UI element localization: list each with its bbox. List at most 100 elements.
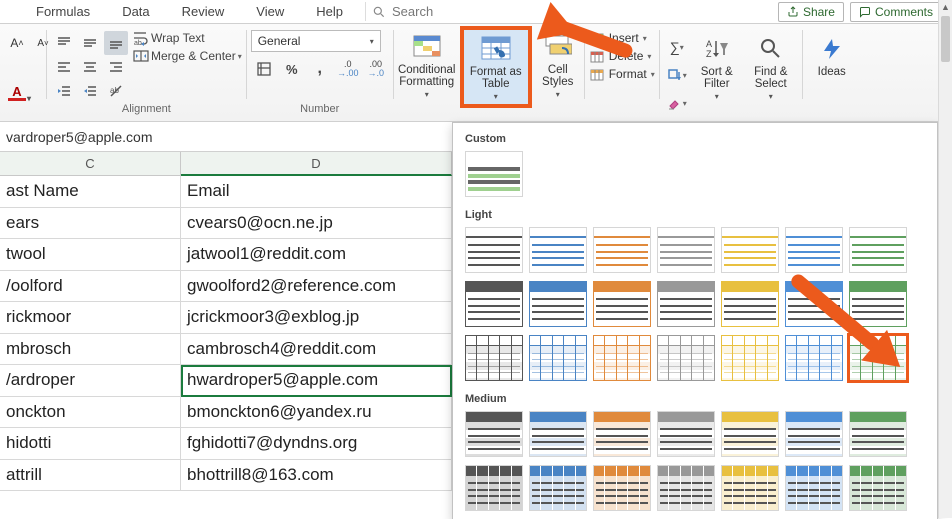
table-style-swatch[interactable] bbox=[657, 411, 715, 457]
cell-email[interactable]: fghidotti7@dyndns.org bbox=[181, 428, 452, 460]
table-style-swatch[interactable] bbox=[593, 411, 651, 457]
header-cell-lastname[interactable]: ast Name bbox=[0, 176, 181, 208]
increase-font-button[interactable]: A˄ bbox=[5, 31, 29, 55]
table-style-swatch[interactable] bbox=[465, 335, 523, 381]
cell-email[interactable]: jatwool1@reddit.com bbox=[181, 239, 452, 271]
cell-email[interactable]: jcrickmoor3@exblog.jp bbox=[181, 302, 452, 334]
cell-lastname[interactable]: mbrosch bbox=[0, 334, 181, 366]
table-style-swatch[interactable] bbox=[465, 227, 523, 273]
table-style-swatch[interactable] bbox=[529, 465, 587, 511]
header-cell-email[interactable]: Email bbox=[181, 176, 452, 208]
table-style-swatch[interactable] bbox=[849, 411, 907, 457]
cell-lastname[interactable]: /ardroper bbox=[0, 365, 181, 397]
table-style-swatch[interactable] bbox=[593, 465, 651, 511]
cell-lastname[interactable]: hidotti bbox=[0, 428, 181, 460]
clear-button[interactable]: ▾ bbox=[665, 91, 689, 115]
table-style-swatch[interactable] bbox=[721, 411, 779, 457]
cell-email[interactable]: bhottrill8@163.com bbox=[181, 460, 452, 492]
cell-lastname[interactable]: attrill bbox=[0, 460, 181, 492]
increase-decimal-button[interactable]: .0→.00 bbox=[336, 57, 360, 81]
table-style-swatch[interactable] bbox=[593, 281, 651, 327]
wrap-text-button[interactable]: ab Wrap Text bbox=[133, 30, 242, 46]
table-style-swatch[interactable] bbox=[849, 281, 907, 327]
format-as-table-button[interactable]: Format as Table▾ bbox=[460, 26, 532, 108]
table-style-swatch[interactable] bbox=[721, 465, 779, 511]
percent-button[interactable]: % bbox=[280, 57, 304, 81]
comma-button[interactable]: , bbox=[308, 57, 332, 81]
cell-email[interactable]: hwardroper5@apple.com bbox=[181, 365, 452, 397]
scroll-up-button[interactable]: ▲ bbox=[939, 0, 952, 14]
cell-lastname[interactable]: twool bbox=[0, 239, 181, 271]
vertical-scrollbar[interactable]: ▲ bbox=[938, 0, 952, 518]
ideas-button[interactable]: Ideas bbox=[807, 30, 857, 108]
decrease-decimal-button[interactable]: .00→.0 bbox=[364, 57, 388, 81]
table-style-swatch[interactable] bbox=[529, 335, 587, 381]
column-header-c[interactable]: C bbox=[0, 152, 181, 176]
table-style-swatch[interactable] bbox=[785, 335, 843, 381]
table-style-swatch[interactable] bbox=[465, 465, 523, 511]
gallery-section-medium: Medium bbox=[459, 389, 931, 411]
orientation-button[interactable]: ab bbox=[104, 79, 128, 103]
cell-email[interactable]: cvears0@ocn.ne.jp bbox=[181, 208, 452, 240]
scroll-thumb[interactable] bbox=[941, 16, 950, 62]
table-style-swatch[interactable] bbox=[465, 151, 523, 197]
increase-indent-button[interactable] bbox=[78, 79, 102, 103]
table-style-swatch[interactable] bbox=[785, 227, 843, 273]
table-style-swatch[interactable] bbox=[785, 411, 843, 457]
table-style-swatch[interactable] bbox=[593, 227, 651, 273]
ideas-label: Ideas bbox=[818, 66, 846, 78]
comments-button[interactable]: Comments bbox=[850, 2, 942, 22]
group-label-number: Number bbox=[251, 103, 389, 121]
autosum-button[interactable]: ∑ ▾ bbox=[665, 35, 689, 59]
align-top-button[interactable] bbox=[52, 31, 76, 55]
tab-help[interactable]: Help bbox=[300, 1, 359, 22]
table-style-swatch[interactable] bbox=[465, 411, 523, 457]
table-style-swatch[interactable] bbox=[657, 281, 715, 327]
find-select-button[interactable]: Find & Select▾ bbox=[744, 30, 798, 108]
decrease-indent-button[interactable] bbox=[52, 79, 76, 103]
cell-email[interactable]: gwoolford2@reference.com bbox=[181, 271, 452, 303]
table-style-swatch[interactable] bbox=[849, 227, 907, 273]
cell-lastname[interactable]: ears bbox=[0, 208, 181, 240]
align-center-button[interactable] bbox=[78, 55, 102, 79]
table-style-swatch[interactable] bbox=[721, 281, 779, 327]
tab-view[interactable]: View bbox=[240, 1, 300, 22]
table-style-swatch[interactable] bbox=[529, 281, 587, 327]
number-format-combo[interactable]: General ▾ bbox=[251, 30, 381, 52]
align-bottom-button[interactable] bbox=[104, 31, 128, 55]
table-style-swatch[interactable] bbox=[785, 465, 843, 511]
font-color-button[interactable]: A▾ bbox=[5, 79, 29, 103]
table-style-swatch[interactable] bbox=[657, 465, 715, 511]
column-header-d[interactable]: D bbox=[181, 152, 452, 176]
merge-center-button[interactable]: Merge & Center ▾ bbox=[133, 48, 242, 64]
share-button[interactable]: Share bbox=[778, 2, 844, 22]
format-cells-button[interactable]: Format▾ bbox=[589, 66, 655, 82]
fill-button[interactable]: ▾ bbox=[665, 63, 689, 87]
tab-review[interactable]: Review bbox=[166, 1, 241, 22]
tab-data[interactable]: Data bbox=[106, 1, 165, 22]
align-middle-button[interactable] bbox=[78, 31, 102, 55]
cell-lastname[interactable]: onckton bbox=[0, 397, 181, 429]
accounting-format-button[interactable] bbox=[252, 57, 276, 81]
cell-email[interactable]: cambrosch4@reddit.com bbox=[181, 334, 452, 366]
sort-filter-button[interactable]: AZ Sort & Filter▾ bbox=[690, 30, 744, 108]
conditional-formatting-button[interactable]: Conditional Formatting▾ bbox=[394, 28, 460, 106]
tell-me-search[interactable]: Search bbox=[365, 2, 439, 21]
align-left-button[interactable] bbox=[52, 55, 76, 79]
cell-email[interactable]: bmonckton6@yandex.ru bbox=[181, 397, 452, 429]
table-style-swatch[interactable] bbox=[529, 411, 587, 457]
cell-lastname[interactable]: /oolford bbox=[0, 271, 181, 303]
table-style-swatch[interactable] bbox=[849, 465, 907, 511]
table-style-swatch[interactable] bbox=[721, 335, 779, 381]
tab-formulas[interactable]: Formulas bbox=[20, 1, 106, 22]
table-style-swatch[interactable] bbox=[529, 227, 587, 273]
table-style-swatch[interactable] bbox=[593, 335, 651, 381]
table-style-swatch[interactable] bbox=[721, 227, 779, 273]
cell-lastname[interactable]: rickmoor bbox=[0, 302, 181, 334]
wrap-text-label: Wrap Text bbox=[151, 31, 205, 45]
align-right-button[interactable] bbox=[104, 55, 128, 79]
table-style-swatch[interactable] bbox=[465, 281, 523, 327]
table-style-swatch[interactable] bbox=[657, 335, 715, 381]
table-style-swatch[interactable] bbox=[657, 227, 715, 273]
chevron-down-icon: ▾ bbox=[370, 37, 374, 46]
